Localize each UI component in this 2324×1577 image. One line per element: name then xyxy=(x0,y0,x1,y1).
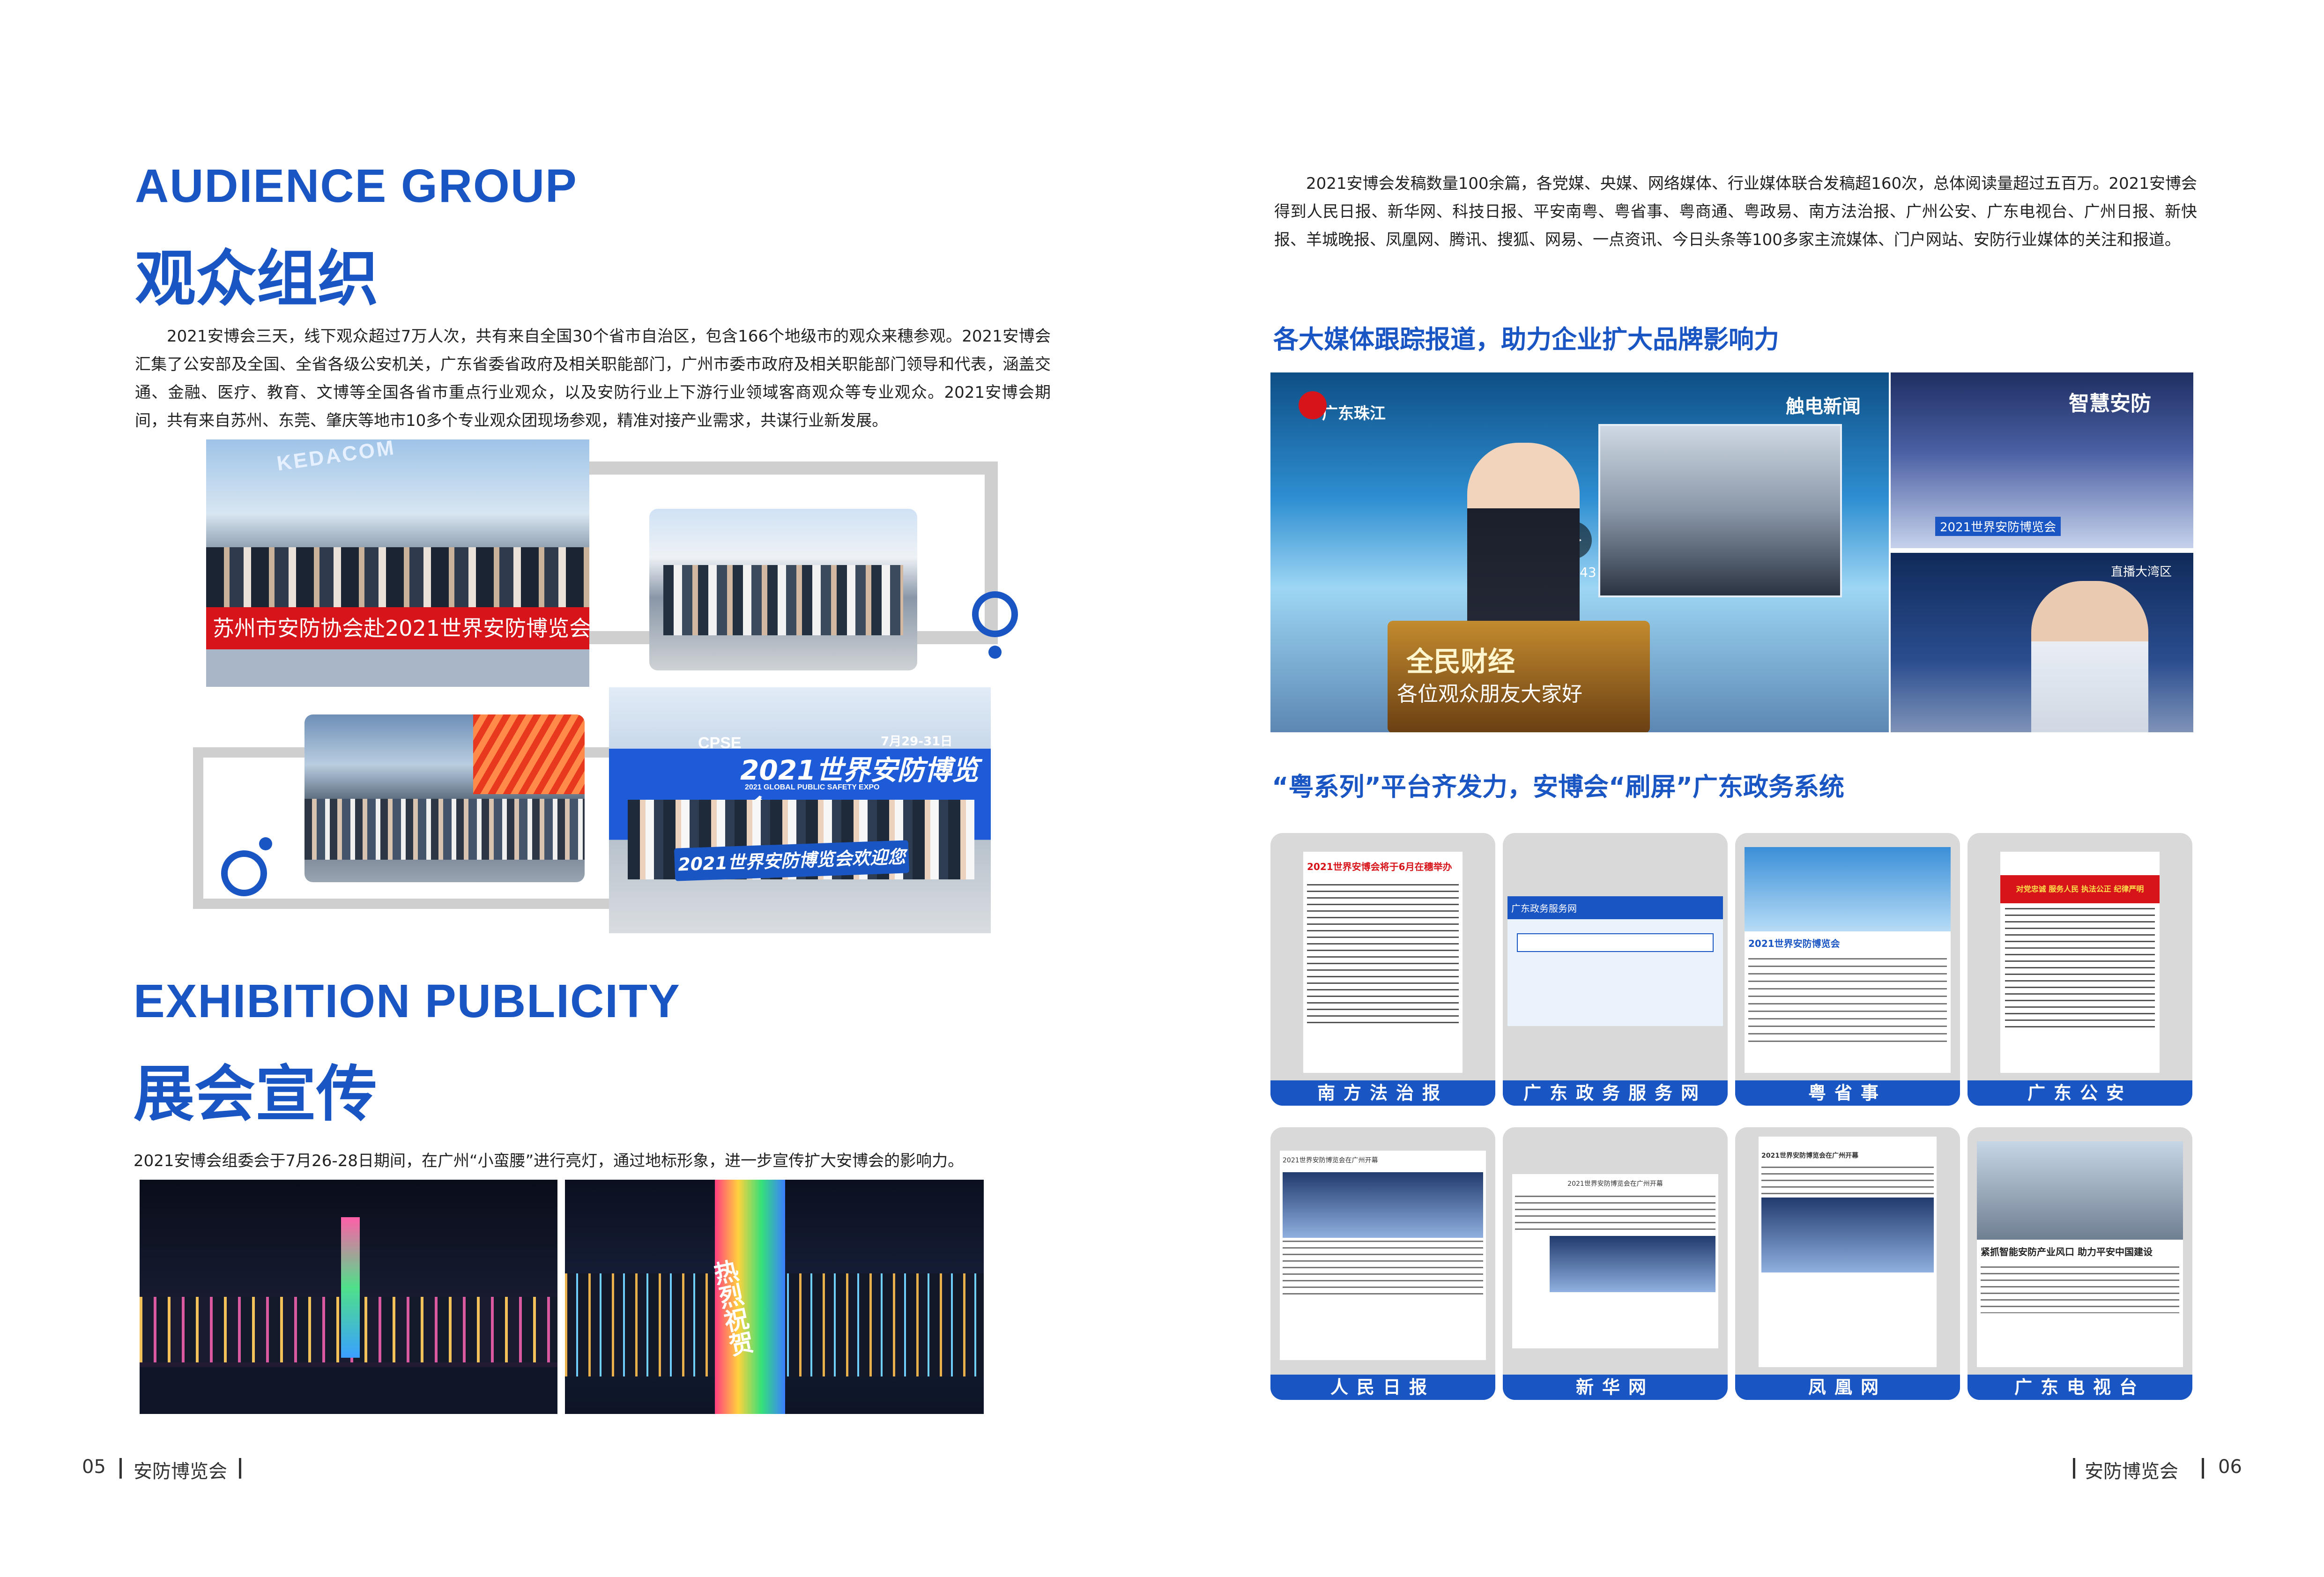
card-label: 粤省事 xyxy=(1735,1080,1960,1106)
crowd-hall xyxy=(304,799,585,860)
right-footer-label: 安防博览会 xyxy=(2085,1461,2178,1482)
suzhou-caption-bar: 苏州市安防协会赴2021世界安防博览会 xyxy=(206,607,589,649)
card-label: 新华网 xyxy=(1503,1375,1728,1400)
audience-paragraph: 2021安博会三天，线下观众超过7万人次，共有来自全国30个省市自治区，包含16… xyxy=(135,327,1051,430)
side-top-title: 智慧安防 xyxy=(2069,392,2151,416)
audience-title-cn: 观众组织 xyxy=(135,243,379,314)
card-label: 广东公安 xyxy=(1968,1080,2192,1106)
interviewee xyxy=(2031,581,2148,732)
card-guangdong-gongan[interactable]: 对党忠诚 服务人民 执法公正 纪律严明 广东公安 xyxy=(1968,833,2192,1106)
card-headline: 紧抓智能安防产业风口 助力平安中国建设 xyxy=(1981,1246,2153,1257)
card-paper: 对党忠诚 服务人民 执法公正 纪律严明 xyxy=(2000,852,2160,1073)
card-headline: 2021世界安防博览会在广州开幕 xyxy=(1761,1152,1858,1160)
card-paper: 2021世界安防博览会在广州开幕 xyxy=(1280,1151,1486,1360)
crowd-walking xyxy=(663,565,903,635)
card-headline: 2021世界安防博览会在广州开幕 xyxy=(1283,1157,1378,1164)
card-banner-image xyxy=(1745,847,1951,931)
card-label: 人民日报 xyxy=(1270,1375,1495,1400)
right-footer-divider-2 xyxy=(2202,1458,2204,1479)
visitors-walking-photo xyxy=(649,509,917,670)
card-photo xyxy=(1977,1141,2183,1240)
card-paper: 紧抓智能安防产业风口 助力平安中国建设 xyxy=(1977,1141,2183,1367)
card-headline: 对党忠诚 服务人民 执法公正 纪律严明 xyxy=(2016,885,2144,893)
card-label: 广东政务服务网 xyxy=(1503,1080,1728,1106)
exhibition-title-cn: 展会宣传 xyxy=(134,1058,378,1130)
card-headline: 2021世界安防博览会 xyxy=(1748,938,1840,949)
left-footer-label: 安防博览会 xyxy=(134,1461,227,1482)
side-top-caption: 2021世界安防博览会 xyxy=(1935,517,2061,536)
dot-decor-bottom xyxy=(259,837,272,850)
exhibition-paragraph: 2021安博会组委会于7月26-28日期间，在广州“小蛮腰”进行亮灯，通过地标形… xyxy=(134,1152,964,1170)
card-photo xyxy=(1761,1198,1934,1272)
card-headline: 2021世界安防博览会在广州开幕 xyxy=(1567,1180,1663,1188)
news-logo: 触电新闻 xyxy=(1786,396,1861,417)
media-intro-paragraph: 2021安博会发稿数量100余篇，各党媒、央媒、网络媒体、行业媒体联合发稿超16… xyxy=(1274,174,2197,249)
canton-tower-night-photo-1 xyxy=(140,1180,557,1414)
left-footer-divider xyxy=(119,1458,122,1479)
card-label: 广东电视台 xyxy=(1968,1375,2192,1400)
circle-decor-bottom xyxy=(221,850,267,896)
desk-sign: 全民财经 xyxy=(1406,646,1515,677)
card-label: 南方法治报 xyxy=(1270,1080,1495,1106)
red-ceiling xyxy=(473,714,585,794)
right-page-number: 06 xyxy=(2218,1456,2242,1478)
card-headline: 广东政务服务网 xyxy=(1507,896,1723,919)
gov-heading: “粤系列”平台齐发力，安博会“刷屏”广东政务系统 xyxy=(1272,772,1844,802)
banner-dates: 7月29-31日 xyxy=(881,735,953,749)
card-headline: 2021世界安博会将于6月在穗举办 xyxy=(1307,861,1452,872)
hall-crowd-photo xyxy=(304,714,585,882)
card-paper: 广东政务服务网 xyxy=(1507,896,1723,1026)
dot-decor-top xyxy=(988,646,1002,659)
card-label: 凤凰网 xyxy=(1735,1375,1960,1400)
channel-logo: 广东珠江 xyxy=(1322,404,1386,423)
cpse-logo: CPSE xyxy=(698,734,742,752)
card-text-lines xyxy=(1748,958,1947,1042)
card-guangdong-zhengwu[interactable]: 广东政务服务网 广东政务服务网 xyxy=(1503,833,1728,1106)
card-text-lines xyxy=(1515,1196,1715,1233)
card-yueshengshi[interactable]: 2021世界安防博览会 粤省事 xyxy=(1735,833,1960,1106)
card-photo xyxy=(1283,1172,1483,1238)
canton-tower-night-photo-2: 热烈祝贺 xyxy=(565,1180,984,1414)
card-text-lines xyxy=(1981,1266,2179,1313)
right-footer-divider xyxy=(2073,1458,2075,1479)
cpse-banner-photo: CPSE 2021世界安防博览会 7月29-31日 2021 GLOBAL PU… xyxy=(609,687,991,933)
card-red-banner: 对党忠诚 服务人民 执法公正 纪律严明 xyxy=(2000,875,2160,903)
audience-title-en: AUDIENCE GROUP xyxy=(135,160,578,212)
card-photo xyxy=(1550,1236,1715,1292)
card-searchbar xyxy=(1517,933,1714,952)
tv-subtitle: 各位观众朋友大家好 xyxy=(1397,682,1582,706)
tv-broadcast-main: 广东珠江 触电新闻 02:43 全民财经 各位观众朋友大家好 xyxy=(1270,372,1889,732)
circle-decor-top xyxy=(972,591,1018,637)
tv-broadcast-side-bottom: 直播大湾区 xyxy=(1891,553,2193,732)
card-paper: 2021世界安防博览会 xyxy=(1745,847,1951,1073)
card-paper: 2021世界安防博览会在广州开幕 xyxy=(1512,1174,1718,1348)
card-paper: 2021世界安防博览会在广州开幕 xyxy=(1759,1137,1937,1367)
card-nanfang-fazhibao[interactable]: 2021世界安博会将于6月在穗举办 南方法治报 xyxy=(1270,833,1495,1106)
banner-sub: 2021 GLOBAL PUBLIC SAFETY EXPO xyxy=(745,783,880,791)
media-heading: 各大媒体跟踪报道，助力企业扩大品牌影响力 xyxy=(1273,325,1779,354)
channel-logo-mark xyxy=(1299,391,1327,419)
card-text-lines xyxy=(1307,884,1459,1025)
booth-sign: KEDACOM xyxy=(275,439,397,476)
tv-broadcast-side-top: 智慧安防 2021世界安防博览会 xyxy=(1891,372,2193,548)
card-text-lines xyxy=(2005,908,2155,1030)
card-fenghuangwang[interactable]: 2021世界安防博览会在广州开幕 凤凰网 xyxy=(1735,1127,1960,1400)
left-page-number: 05 xyxy=(82,1456,106,1478)
card-xinhuawang[interactable]: 2021世界安防博览会在广州开幕 新华网 xyxy=(1503,1127,1728,1400)
river xyxy=(140,1367,557,1414)
card-guangdong-tv[interactable]: 紧抓智能安防产业风口 助力平安中国建设 广东电视台 xyxy=(1968,1127,2192,1400)
left-footer-divider-2 xyxy=(239,1458,241,1479)
suzhou-group-photo: KEDACOM 苏州市安防协会赴2021世界安防博览会 xyxy=(206,439,589,687)
inset-video xyxy=(1598,424,1842,597)
card-renmin-ribao[interactable]: 2021世界安防博览会在广州开幕 人民日报 xyxy=(1270,1127,1495,1400)
floor xyxy=(206,649,589,687)
tower-shape xyxy=(341,1217,360,1358)
side-bottom-logo: 直播大湾区 xyxy=(2111,565,2172,579)
suzhou-caption-text: 苏州市安防协会赴2021世界安防博览会 xyxy=(213,616,589,641)
card-text-lines xyxy=(1761,1167,1934,1195)
exhibition-title-en: EXHIBITION PUBLICITY xyxy=(134,975,681,1027)
card-text-lines xyxy=(1283,1241,1483,1297)
card-paper: 2021世界安博会将于6月在穗举办 xyxy=(1303,852,1463,1073)
